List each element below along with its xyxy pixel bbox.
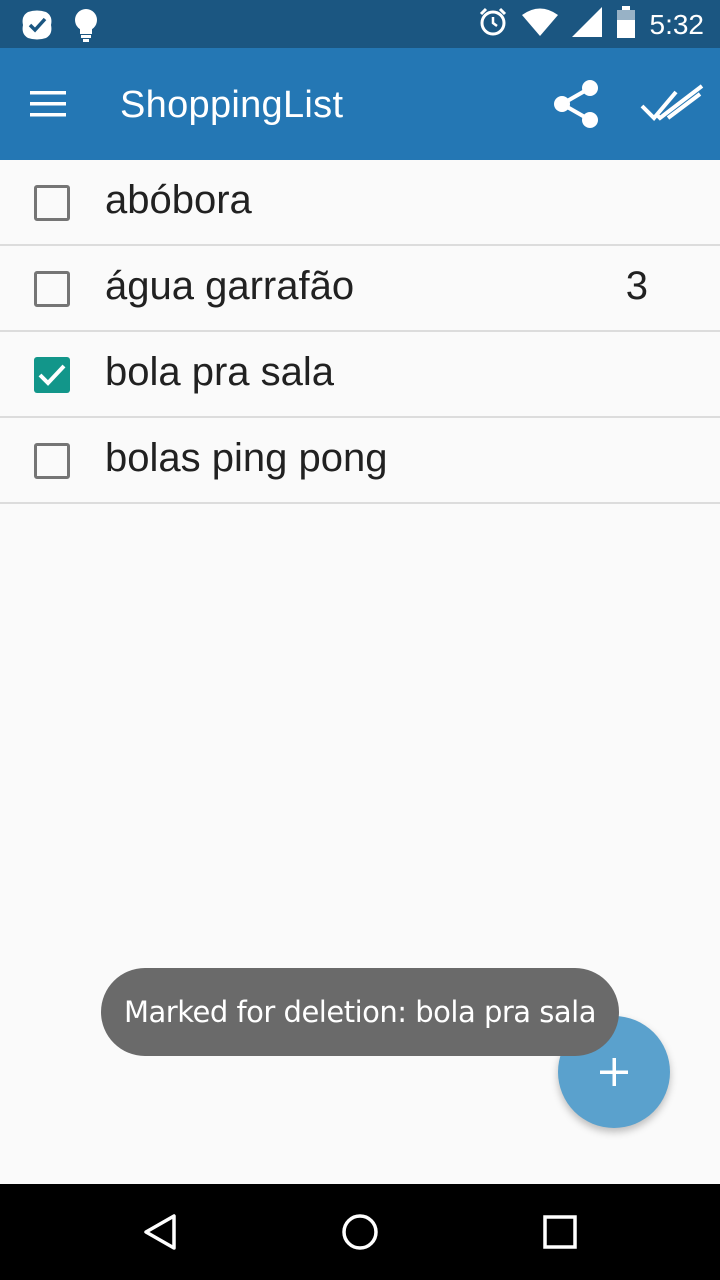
shopping-list: abóbora água garrafão 3 bola pra sala bo… (0, 160, 720, 504)
toast-message: Marked for deletion: bola pra sala (101, 968, 619, 1056)
item-label: bola pra sala (105, 350, 335, 394)
menu-icon (28, 91, 68, 132)
system-icons: 5:32 (478, 6, 705, 43)
item-label: bolas ping pong (105, 436, 388, 480)
item-checkbox[interactable] (34, 271, 70, 307)
navigation-bar (0, 1184, 720, 1280)
cell-signal-icon (571, 7, 602, 42)
app-notification-icon (20, 8, 54, 47)
app-bar: ShoppingList (0, 48, 720, 160)
wifi-icon (521, 8, 558, 41)
share-button[interactable] (548, 76, 604, 132)
item-checkbox[interactable] (34, 185, 70, 221)
battery-icon (616, 6, 636, 43)
notification-icons (20, 8, 100, 47)
item-quantity: 3 (625, 264, 648, 308)
back-icon (144, 1214, 176, 1250)
lightbulb-icon (72, 8, 100, 47)
list-item[interactable]: bolas ping pong (0, 418, 720, 504)
item-label: água garrafão (105, 264, 355, 308)
alarm-icon (478, 7, 508, 42)
menu-button[interactable] (28, 80, 84, 128)
home-icon (342, 1214, 378, 1250)
recents-button[interactable] (536, 1208, 584, 1256)
status-time: 5:32 (649, 8, 705, 40)
share-icon (548, 80, 604, 136)
item-checkbox[interactable] (34, 443, 70, 479)
back-button[interactable] (136, 1208, 184, 1256)
list-item[interactable]: abóbora (0, 160, 720, 246)
home-button[interactable] (336, 1208, 384, 1256)
check-all-icon (640, 84, 704, 132)
plus-icon (600, 1058, 628, 1086)
check-all-button[interactable] (640, 84, 704, 128)
app-title: ShoppingList (120, 84, 344, 126)
recents-icon (543, 1215, 577, 1249)
list-item[interactable]: água garrafão 3 (0, 246, 720, 332)
status-bar: 5:32 (0, 0, 720, 48)
check-icon (38, 364, 66, 386)
list-item[interactable]: bola pra sala (0, 332, 720, 418)
item-label: abóbora (105, 178, 252, 222)
item-checkbox[interactable] (34, 357, 70, 393)
